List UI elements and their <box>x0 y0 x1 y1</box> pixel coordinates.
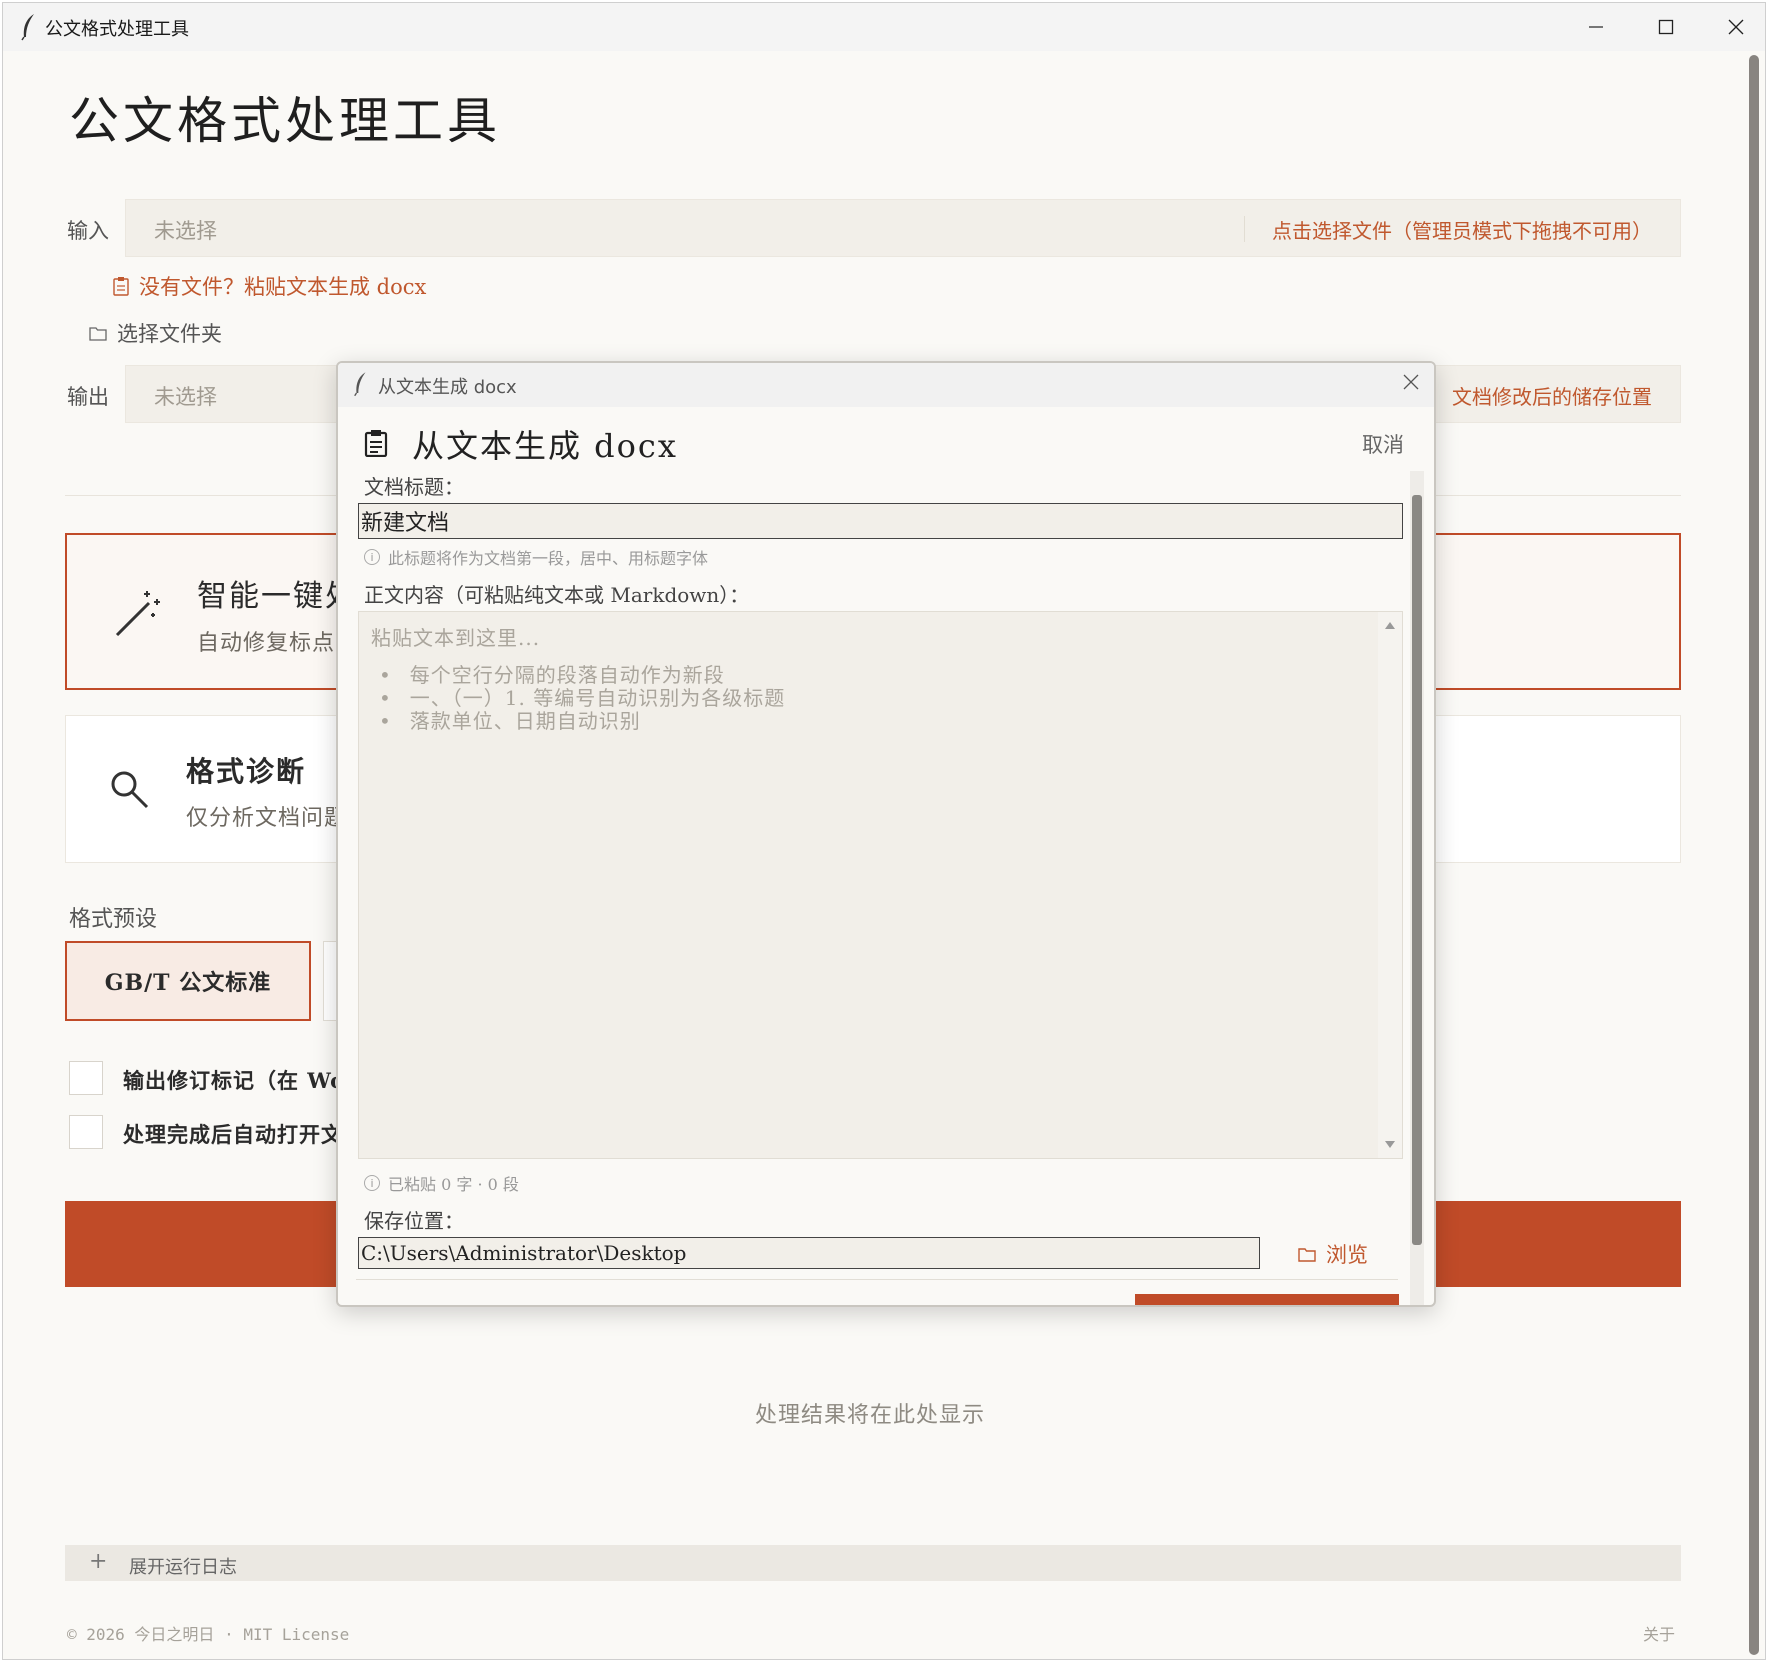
textarea-scrollbar[interactable] <box>1378 612 1402 1158</box>
text-to-docx-dialog: 从文本生成 docx 从文本生成 docx 取消 文档标题： 新建文档 i 此标… <box>336 361 1436 1307</box>
main-scrollbar[interactable] <box>1749 55 1759 1655</box>
feather-icon <box>21 14 34 41</box>
preset-gbt-button[interactable]: GB/T 公文标准 <box>65 941 311 1021</box>
card-desc: 仅分析文档问题 <box>186 806 348 831</box>
output-label: 输出 <box>67 385 109 409</box>
select-folder-label: 选择文件夹 <box>117 322 222 346</box>
result-placeholder: 处理结果将在此处显示 <box>755 1403 986 1428</box>
count-hint: i 已粘贴 0 字 · 0 段 <box>364 1171 519 1195</box>
magic-wand-icon <box>115 591 160 637</box>
dialog-cancel-link[interactable]: 取消 <box>1362 429 1404 459</box>
app-window: 公文格式处理工具 公文格式处理工具 输入 未选择 点击选择文件（管理员模式下拖拽… <box>2 2 1766 1660</box>
clipboard-icon <box>364 430 388 457</box>
output-placeholder: 未选择 <box>154 385 217 409</box>
dialog-footer-divider <box>356 1279 1398 1280</box>
dialog-window-title: 从文本生成 docx <box>378 377 517 398</box>
input-placeholder: 未选择 <box>154 219 217 243</box>
scroll-up-icon[interactable] <box>1384 620 1396 630</box>
maximize-icon <box>1658 19 1674 35</box>
count-hint-text: 已粘贴 0 字 · 0 段 <box>388 1175 519 1194</box>
generate-docx-button[interactable] <box>1135 1294 1399 1305</box>
body-tip: 落款单位、日期自动识别 <box>379 710 785 733</box>
close-button[interactable] <box>1701 3 1765 51</box>
revision-marks-checkbox[interactable] <box>69 1061 103 1095</box>
paste-text-link[interactable]: 没有文件？粘贴文本生成 docx <box>113 271 426 301</box>
dialog-scrollbar-thumb[interactable] <box>1412 495 1422 1245</box>
body-label: 正文内容（可粘贴纯文本或 Markdown）： <box>364 583 750 607</box>
preset-label: 格式预设 <box>69 907 158 932</box>
feather-icon <box>354 372 366 397</box>
info-icon: i <box>364 549 380 565</box>
body-tips-list: 每个空行分隔的段落自动作为新段 一、（一）1. 等编号自动识别为各级标题 落款单… <box>379 664 785 733</box>
minimize-button[interactable] <box>1561 3 1631 51</box>
doc-title-hint: i 此标题将作为文档第一段，居中、用标题字体 <box>364 545 708 569</box>
save-path-input[interactable]: C:\Users\Administrator\Desktop <box>358 1237 1260 1269</box>
save-location-label: 保存位置： <box>364 1209 464 1233</box>
output-location-button[interactable]: 文档修改后的储存位置 <box>1452 381 1652 410</box>
auto-open-label: 处理完成后自动打开文 <box>123 1122 343 1147</box>
auto-open-checkbox[interactable] <box>69 1115 103 1149</box>
log-toggle[interactable]: + 展开运行日志 <box>65 1545 1681 1581</box>
body-textarea[interactable]: 粘贴文本到这里... 每个空行分隔的段落自动作为新段 一、（一）1. 等编号自动… <box>358 611 1403 1159</box>
card-title: 格式诊断 <box>186 755 307 788</box>
select-file-button[interactable]: 点击选择文件（管理员模式下拖拽不可用） <box>1272 215 1652 244</box>
dialog-scrollbar[interactable] <box>1410 471 1424 1305</box>
footer-copyright: © 2026 今日之明日 · MIT License <box>67 1625 350 1644</box>
field-separator <box>1244 216 1245 242</box>
body-tip: 一、（一）1. 等编号自动识别为各级标题 <box>379 687 785 710</box>
plus-icon: + <box>89 1549 108 1574</box>
about-link[interactable]: 关于 <box>1643 1621 1675 1645</box>
maximize-button[interactable] <box>1631 3 1701 51</box>
input-file-field[interactable]: 未选择 点击选择文件（管理员模式下拖拽不可用） <box>125 199 1681 257</box>
doc-title-hint-text: 此标题将作为文档第一段，居中、用标题字体 <box>388 549 709 568</box>
body-placeholder: 粘贴文本到这里... <box>371 626 541 650</box>
search-icon <box>111 771 149 809</box>
window-title: 公文格式处理工具 <box>45 19 189 40</box>
close-icon <box>1728 19 1744 35</box>
folder-icon <box>1298 1248 1316 1262</box>
browse-label: 浏览 <box>1326 1243 1368 1267</box>
minimize-icon <box>1589 26 1603 28</box>
title-bar: 公文格式处理工具 <box>3 3 1765 51</box>
log-toggle-label: 展开运行日志 <box>129 1557 237 1578</box>
browse-button[interactable]: 浏览 <box>1298 1239 1368 1269</box>
dialog-heading: 从文本生成 docx <box>412 427 678 465</box>
dialog-title-bar: 从文本生成 docx <box>338 363 1434 407</box>
doc-title-label: 文档标题： <box>364 475 464 499</box>
folder-icon <box>89 327 107 341</box>
dialog-close-icon[interactable] <box>1402 373 1420 391</box>
clipboard-icon <box>113 277 129 296</box>
select-folder-link[interactable]: 选择文件夹 <box>89 318 222 348</box>
paste-text-label: 没有文件？粘贴文本生成 docx <box>139 275 427 299</box>
input-label: 输入 <box>67 219 109 243</box>
card-desc: 自动修复标点 <box>197 631 336 656</box>
info-icon: i <box>364 1175 380 1191</box>
doc-title-input[interactable]: 新建文档 <box>358 503 1403 539</box>
body-tip: 每个空行分隔的段落自动作为新段 <box>379 664 785 687</box>
scroll-down-icon[interactable] <box>1384 1140 1396 1150</box>
page-title: 公文格式处理工具 <box>69 92 501 150</box>
